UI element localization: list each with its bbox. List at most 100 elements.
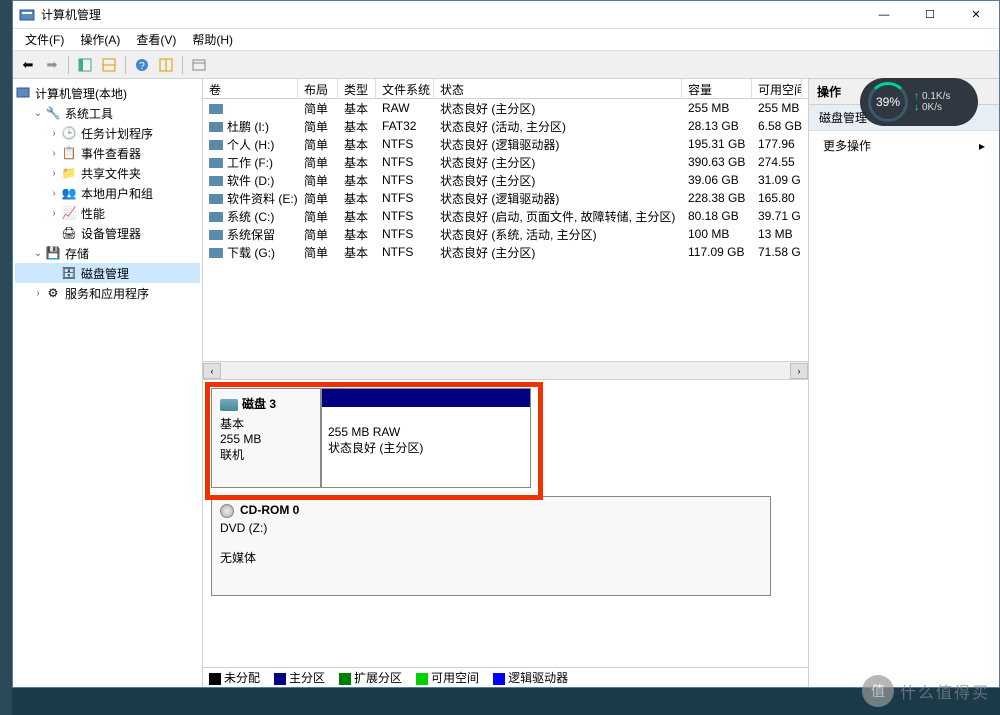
tree-label: 系统工具 xyxy=(65,105,113,122)
col-status[interactable]: 状态 xyxy=(434,79,682,98)
help-button[interactable]: ? xyxy=(131,54,153,76)
scroll-left-button[interactable]: ‹ xyxy=(203,363,221,379)
tree-devmgr[interactable]: 🖨 设备管理器 xyxy=(15,223,200,243)
legend-logical: 逻辑驱动器 xyxy=(493,669,568,686)
volume-row[interactable]: 下载 (G:)简单基本NTFS状态良好 (主分区)117.09 GB71.58 … xyxy=(203,243,808,261)
volume-row[interactable]: 系统保留简单基本NTFS状态良好 (系统, 活动, 主分区)100 MB13 M… xyxy=(203,225,808,243)
menu-view[interactable]: 查看(V) xyxy=(128,29,184,50)
show-hide-tree-button[interactable] xyxy=(74,54,96,76)
tree-perf[interactable]: › 📈 性能 xyxy=(15,203,200,223)
col-layout[interactable]: 布局 xyxy=(298,79,338,98)
network-widget[interactable]: 39% ↑0.1K/s ↓0K/s xyxy=(860,78,978,126)
tree-label: 磁盘管理 xyxy=(81,265,129,282)
volume-row[interactable]: 个人 (H:)简单基本NTFS状态良好 (逻辑驱动器)195.31 GB177.… xyxy=(203,135,808,153)
window-title: 计算机管理 xyxy=(41,6,861,23)
col-volume[interactable]: 卷 xyxy=(203,79,298,98)
volume-row[interactable]: 系统 (C:)简单基本NTFS状态良好 (启动, 页面文件, 故障转储, 主分区… xyxy=(203,207,808,225)
forward-button[interactable]: ➡ xyxy=(41,54,63,76)
cd-icon xyxy=(220,504,234,518)
col-free[interactable]: 可用空间 xyxy=(752,79,802,98)
expand-icon[interactable]: › xyxy=(47,188,61,199)
collapse-icon[interactable]: ⌄ xyxy=(31,248,45,259)
volume-icon xyxy=(209,176,223,186)
volume-body[interactable]: 简单基本RAW状态良好 (主分区)255 MB255 MB杜鹏 (I:)简单基本… xyxy=(203,99,808,361)
tree-label: 性能 xyxy=(81,205,105,222)
cdrom-label[interactable]: CD-ROM 0 DVD (Z:) 无媒体 xyxy=(211,496,771,596)
horizontal-scrollbar[interactable]: ‹ › xyxy=(203,361,808,379)
tree-label: 计算机管理(本地) xyxy=(35,85,127,102)
desktop-left-strip xyxy=(0,0,12,715)
computer-management-window: 计算机管理 — ☐ ✕ 文件(F) 操作(A) 查看(V) 帮助(H) ⬅ ➡ … xyxy=(12,0,1000,688)
col-filesystem[interactable]: 文件系统 xyxy=(376,79,434,98)
event-icon: 📋 xyxy=(61,145,77,161)
network-percent-circle: 39% xyxy=(868,82,908,122)
view-button-1[interactable] xyxy=(98,54,120,76)
upload-speed: 0.1K/s xyxy=(922,91,950,102)
computer-icon xyxy=(15,85,31,101)
collapse-icon[interactable]: ⌄ xyxy=(31,108,45,119)
expand-icon[interactable]: › xyxy=(47,168,61,179)
volume-icon xyxy=(209,194,223,204)
legend-free: 可用空间 xyxy=(416,669,479,686)
tree-label: 本地用户和组 xyxy=(81,185,153,202)
menu-action[interactable]: 操作(A) xyxy=(72,29,128,50)
tree-root[interactable]: 计算机管理(本地) xyxy=(15,83,200,103)
tree-shared[interactable]: › 📁 共享文件夹 xyxy=(15,163,200,183)
legend-primary: 主分区 xyxy=(274,669,325,686)
volume-row[interactable]: 工作 (F:)简单基本NTFS状态良好 (主分区)390.63 GB274.55 xyxy=(203,153,808,171)
col-capacity[interactable]: 容量 xyxy=(682,79,752,98)
download-speed: 0K/s xyxy=(922,102,942,113)
actions-more[interactable]: 更多操作 ▸ xyxy=(809,131,999,160)
expand-icon[interactable]: › xyxy=(47,148,61,159)
tree-label: 事件查看器 xyxy=(81,145,141,162)
disk-3-block[interactable]: 磁盘 3 基本 255 MB 联机 255 MB RAW 状态良好 (主分区) xyxy=(211,388,800,488)
tree-systools[interactable]: ⌄ 🔧 系统工具 xyxy=(15,103,200,123)
menu-help[interactable]: 帮助(H) xyxy=(184,29,241,50)
cdrom-block[interactable]: CD-ROM 0 DVD (Z:) 无媒体 xyxy=(211,496,800,596)
view-button-2[interactable] xyxy=(155,54,177,76)
maximize-button[interactable]: ☐ xyxy=(907,1,953,29)
tree-scheduler[interactable]: › 🕒 任务计划程序 xyxy=(15,123,200,143)
tree-services[interactable]: › ⚙ 服务和应用程序 xyxy=(15,283,200,303)
tree-panel[interactable]: 计算机管理(本地) ⌄ 🔧 系统工具 › 🕒 任务计划程序 › 📋 事件查看器 … xyxy=(13,79,203,687)
scroll-right-button[interactable]: › xyxy=(790,363,808,379)
disk-3-label[interactable]: 磁盘 3 基本 255 MB 联机 xyxy=(211,388,321,488)
close-button[interactable]: ✕ xyxy=(953,1,999,29)
col-type[interactable]: 类型 xyxy=(338,79,376,98)
tree-eventviewer[interactable]: › 📋 事件查看器 xyxy=(15,143,200,163)
volume-row[interactable]: 杜鹏 (I:)简单基本FAT32状态良好 (活动, 主分区)28.13 GB6.… xyxy=(203,117,808,135)
window-controls: — ☐ ✕ xyxy=(861,1,999,29)
disk-title: 磁盘 3 xyxy=(242,397,276,411)
clock-icon: 🕒 xyxy=(61,125,77,141)
device-icon: 🖨 xyxy=(61,225,77,241)
volume-row[interactable]: 软件资料 (E:)简单基本NTFS状态良好 (逻辑驱动器)228.38 GB16… xyxy=(203,189,808,207)
expand-icon[interactable]: › xyxy=(47,208,61,219)
tree-storage[interactable]: ⌄ 💾 存储 xyxy=(15,243,200,263)
arrow-down-icon: ↓ xyxy=(914,102,919,113)
disk-3-partition[interactable]: 255 MB RAW 状态良好 (主分区) xyxy=(321,388,531,488)
minimize-button[interactable]: — xyxy=(861,1,907,29)
back-button[interactable]: ⬅ xyxy=(17,54,39,76)
disk-type: 基本 xyxy=(220,415,312,432)
cdrom-title: CD-ROM 0 xyxy=(240,503,299,517)
expand-icon[interactable]: › xyxy=(31,288,45,299)
tree-users[interactable]: › 👥 本地用户和组 xyxy=(15,183,200,203)
disk-icon: 🗄 xyxy=(61,265,77,281)
list-view-button[interactable] xyxy=(188,54,210,76)
toolbar: ⬅ ➡ ? xyxy=(13,51,999,79)
disk-map[interactable]: 磁盘 3 基本 255 MB 联机 255 MB RAW 状态良好 (主分区) xyxy=(203,379,808,667)
tree-diskmgmt[interactable]: 🗄 磁盘管理 xyxy=(15,263,200,283)
separator xyxy=(68,56,69,74)
volume-list: 卷 布局 类型 文件系统 状态 容量 可用空间 简单基本RAW状态良好 (主分区… xyxy=(203,79,808,379)
menu-file[interactable]: 文件(F) xyxy=(17,29,72,50)
volume-row[interactable]: 简单基本RAW状态良好 (主分区)255 MB255 MB xyxy=(203,99,808,117)
separator xyxy=(182,56,183,74)
expand-icon[interactable]: › xyxy=(47,128,61,139)
disk-size: 255 MB xyxy=(220,432,312,446)
titlebar[interactable]: 计算机管理 — ☐ ✕ xyxy=(13,1,999,29)
volume-icon xyxy=(209,158,223,168)
separator xyxy=(125,56,126,74)
network-stats: ↑0.1K/s ↓0K/s xyxy=(908,91,970,113)
volume-row[interactable]: 软件 (D:)简单基本NTFS状态良好 (主分区)39.06 GB31.09 G xyxy=(203,171,808,189)
partition-size: 255 MB RAW xyxy=(328,425,524,439)
